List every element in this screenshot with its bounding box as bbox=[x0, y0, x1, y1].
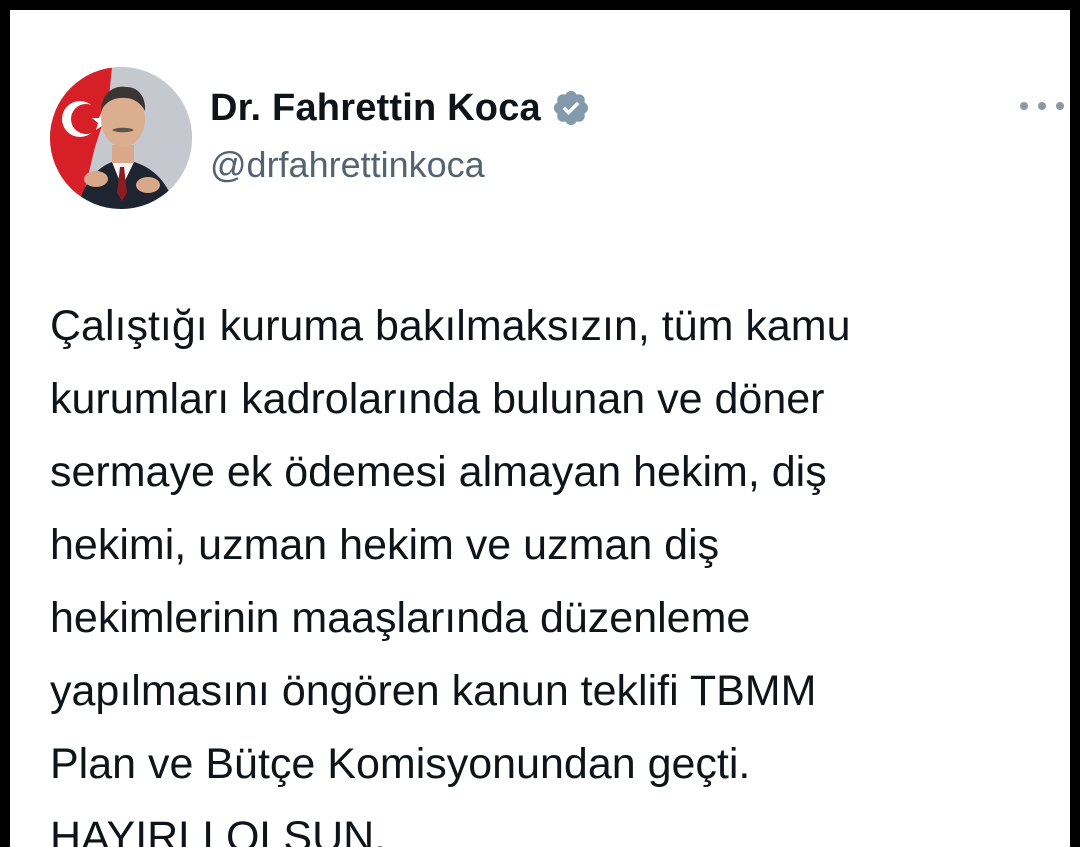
avatar[interactable] bbox=[50, 67, 192, 209]
screenshot-frame: Dr. Fahrettin Koca @drfahrettinkoca Çalı… bbox=[0, 0, 1080, 847]
tweet-text-line: Plan ve Bütçe Komisyonundan geçti. bbox=[50, 740, 751, 788]
verified-badge-icon bbox=[551, 88, 591, 128]
more-horizontal-icon[interactable] bbox=[1020, 96, 1064, 116]
tweet-text-line: kurumları kadrolarında bulunan ve döner bbox=[50, 375, 825, 423]
profile-photo bbox=[50, 67, 192, 209]
more-dot bbox=[1056, 102, 1064, 110]
tweet-text-line: hekimlerinin maaşlarında düzenleme bbox=[50, 594, 751, 642]
tweet-text: Çalıştığı kuruma bakılmaksızın, tüm kamu… bbox=[50, 290, 1060, 847]
tweet-card: Dr. Fahrettin Koca @drfahrettinkoca Çalı… bbox=[10, 10, 1070, 847]
author-display-name[interactable]: Dr. Fahrettin Koca bbox=[210, 87, 541, 130]
more-dot bbox=[1020, 102, 1028, 110]
more-dot bbox=[1038, 102, 1046, 110]
tweet-text-line: hekimi, uzman hekim ve uzman diş bbox=[50, 521, 720, 569]
tweet-text-line: Çalıştığı kuruma bakılmaksızın, tüm kamu bbox=[50, 302, 851, 350]
author-handle[interactable]: @drfahrettinkoca bbox=[210, 144, 485, 186]
tweet-text-line: HAYIRLI OLSUN. bbox=[50, 813, 387, 847]
author-name-row: Dr. Fahrettin Koca bbox=[210, 83, 591, 133]
tweet-text-line: sermaye ek ödemesi almayan hekim, diş bbox=[50, 448, 827, 496]
tweet-text-line: yapılmasını öngören kanun teklifi TBMM bbox=[50, 667, 817, 715]
